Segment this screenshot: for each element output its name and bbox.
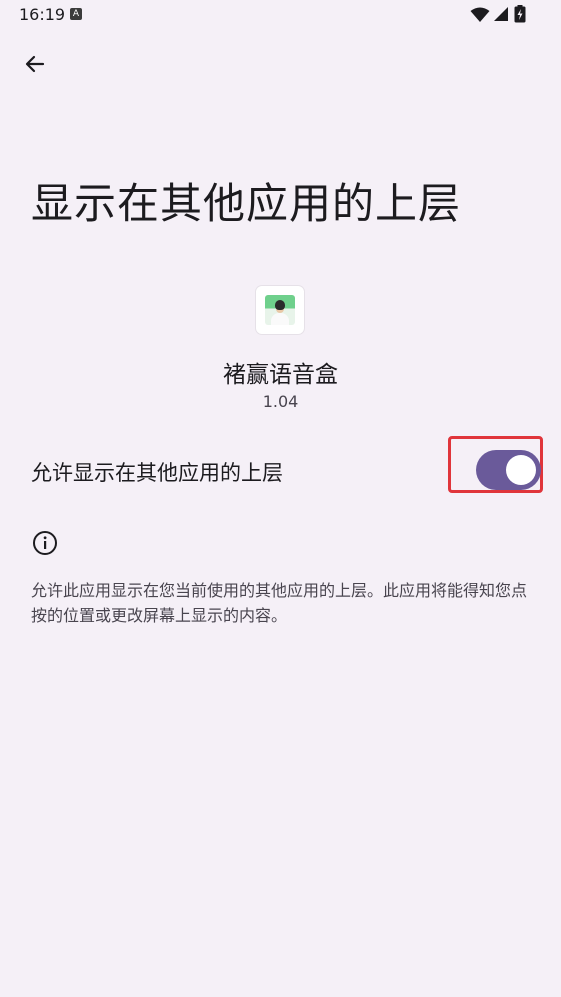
toggle-thumb [506,455,536,485]
app-icon [256,286,304,334]
permission-description: 允许此应用显示在您当前使用的其他应用的上层。此应用将能得知您点按的位置或更改屏幕… [31,581,528,625]
wifi-icon [470,7,490,22]
permission-label: 允许显示在其他应用的上层 [31,461,283,485]
info-icon [33,531,57,555]
signal-icon [494,7,508,21]
app-version: 1.04 [262,392,299,411]
app-avatar-image [265,295,295,325]
app-notification-icon: A [70,8,82,20]
back-button[interactable] [15,44,55,84]
permission-toggle-switch[interactable] [476,450,541,490]
status-time: 16:19 [19,5,66,24]
arrow-left-icon [25,55,45,73]
app-name: 褚赢语音盒 [223,362,338,388]
page-title: 显示在其他应用的上层 [31,179,462,228]
battery-icon [514,5,526,23]
permission-toggle-row[interactable]: 允许显示在其他应用的上层 [0,436,561,500]
status-bar: 16:19 A [0,0,561,32]
screen: 16:19 A 显示在其他应用的上层 褚赢语音盒 1.04 允许显示在其他应用的… [0,0,561,997]
